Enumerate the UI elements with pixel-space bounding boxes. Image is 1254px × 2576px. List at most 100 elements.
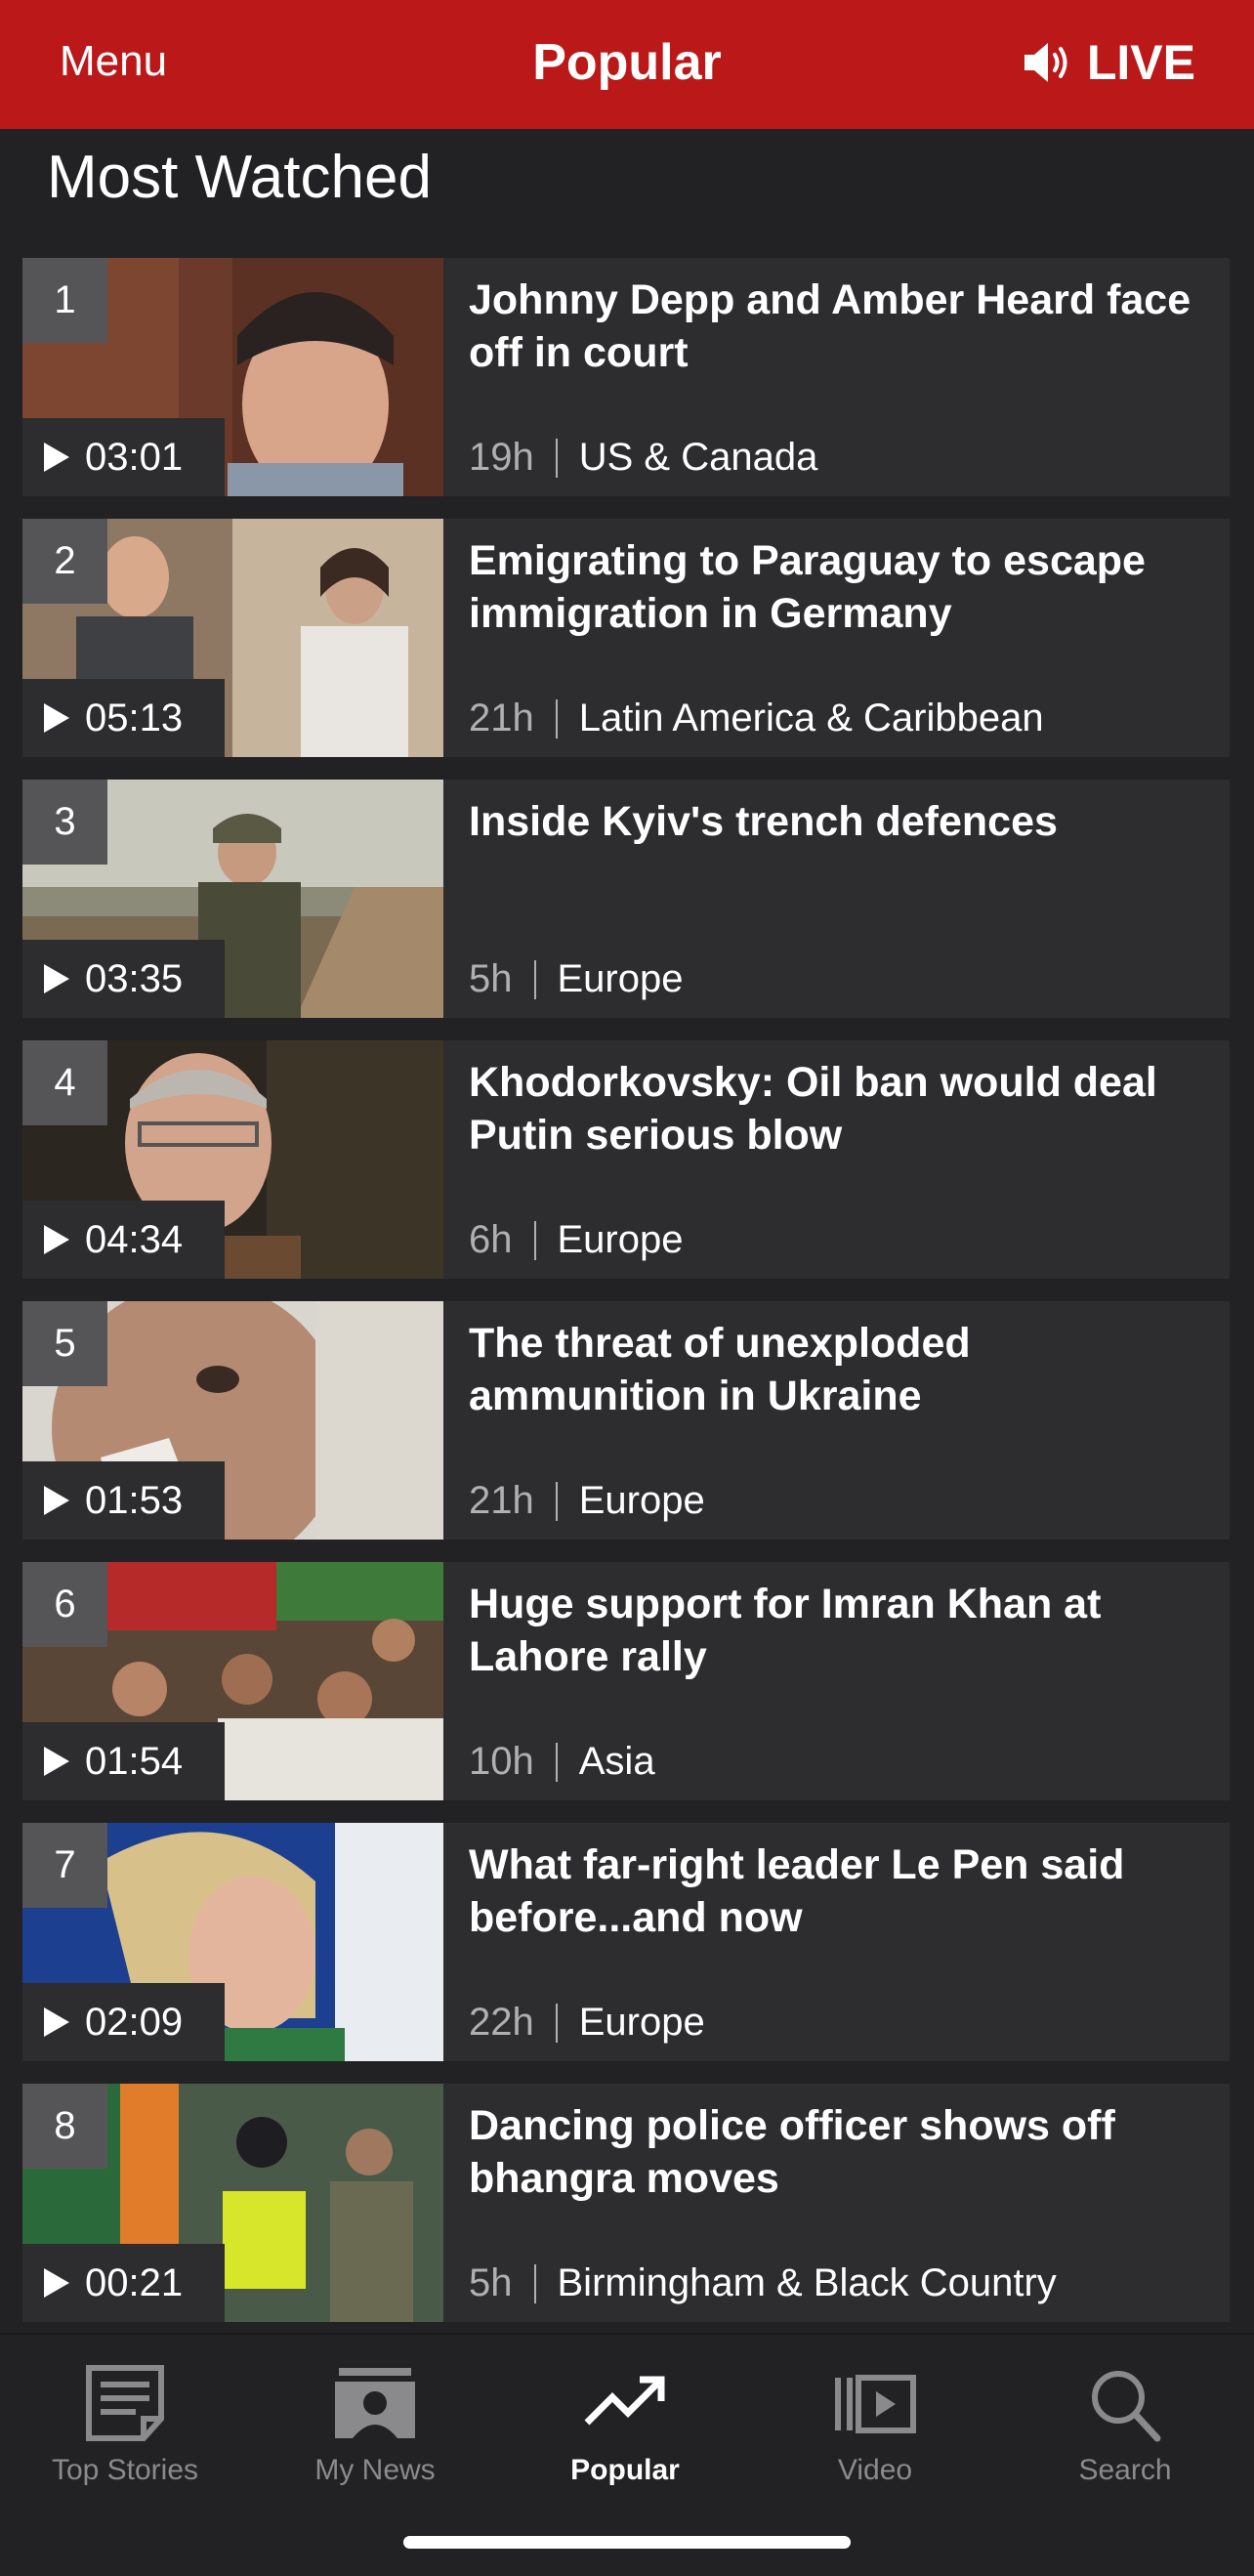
newspaper-icon — [86, 2365, 164, 2441]
top-bar: Menu Popular LIVE — [0, 0, 1254, 129]
play-icon — [44, 703, 69, 733]
list-item[interactable]: 5 01:53 The threat of unexploded ammunit… — [22, 1301, 1230, 1540]
tab-top-stories[interactable]: Top Stories — [0, 2352, 250, 2489]
duration-label: 03:35 — [85, 956, 184, 1000]
video-meta: 5h Europe — [469, 957, 683, 1001]
video-age: 21h — [469, 697, 534, 739]
duration-badge: 01:53 — [22, 1461, 225, 1540]
play-icon — [44, 1225, 69, 1254]
video-age: 10h — [469, 1740, 534, 1783]
meta-divider — [555, 438, 558, 478]
video-region[interactable]: Latin America & Caribbean — [579, 697, 1044, 740]
video-region[interactable]: Birmingham & Black Country — [558, 2261, 1057, 2305]
list-item[interactable]: 8 00:21 Dancing police officer shows off… — [22, 2084, 1230, 2322]
video-title[interactable]: Khodorkovsky: Oil ban would deal Putin s… — [469, 1056, 1211, 1161]
list-item[interactable]: 4 04:34 Khodorkovsky: Oil ban would deal… — [22, 1040, 1230, 1279]
video-meta: 10h Asia — [469, 1740, 655, 1784]
video-thumbnail[interactable]: 4 04:34 — [22, 1040, 443, 1279]
list-item[interactable]: 7 02:09 What far-right leader Le Pen sai… — [22, 1823, 1230, 2061]
meta-divider — [555, 698, 558, 739]
home-indicator[interactable] — [403, 2536, 851, 2549]
video-meta: 22h Europe — [469, 2001, 705, 2045]
video-age: 22h — [469, 2001, 534, 2044]
video-thumbnail[interactable]: 5 01:53 — [22, 1301, 443, 1540]
meta-divider — [533, 1220, 536, 1260]
person-news-icon — [335, 2368, 415, 2438]
video-title[interactable]: Johnny Depp and Amber Heard face off in … — [469, 274, 1211, 379]
list-item[interactable]: 1 03:01 Johnny Depp and Amber Heard face… — [22, 258, 1230, 496]
video-title[interactable]: Emigrating to Paraguay to escape immigra… — [469, 534, 1211, 640]
meta-divider — [533, 2263, 536, 2303]
section-title: Most Watched — [47, 144, 432, 211]
play-icon — [44, 443, 69, 472]
play-icon — [44, 1486, 69, 1515]
video-region[interactable]: Europe — [579, 2001, 705, 2045]
live-button[interactable]: LIVE — [1021, 33, 1195, 92]
video-region[interactable]: Europe — [579, 1479, 705, 1523]
duration-label: 04:34 — [85, 1217, 184, 1261]
tab-my-news[interactable]: My News — [250, 2352, 500, 2489]
video-region[interactable]: Europe — [558, 957, 684, 1001]
video-thumbnail[interactable]: 6 01:54 — [22, 1562, 443, 1800]
video-title[interactable]: Huge support for Imran Khan at Lahore ra… — [469, 1578, 1211, 1683]
rank-badge: 7 — [22, 1823, 107, 1908]
search-icon — [1092, 2371, 1161, 2442]
tab-label: My News — [314, 2454, 436, 2486]
video-meta: 19h US & Canada — [469, 436, 817, 480]
meta-divider — [555, 1481, 558, 1521]
duration-badge: 05:13 — [22, 679, 225, 757]
video-region[interactable]: Europe — [558, 1218, 684, 1262]
video-meta: 21h Latin America & Caribbean — [469, 697, 1044, 740]
rank-badge: 3 — [22, 780, 107, 865]
meta-divider — [533, 959, 536, 999]
tab-label: Search — [1078, 2454, 1172, 2486]
video-age: 19h — [469, 436, 534, 479]
video-thumbnail[interactable]: 1 03:01 — [22, 258, 443, 496]
video-thumbnail[interactable]: 7 02:09 — [22, 1823, 443, 2061]
video-title[interactable]: Dancing police officer shows off bhangra… — [469, 2099, 1211, 2205]
duration-badge: 03:35 — [22, 940, 225, 1018]
list-item[interactable]: 6 01:54 Huge support for Imran Khan at L… — [22, 1562, 1230, 1800]
duration-label: 00:21 — [85, 2260, 184, 2304]
play-icon — [44, 2268, 69, 2298]
tab-search[interactable]: Search — [1000, 2352, 1250, 2489]
video-region[interactable]: Asia — [579, 1740, 655, 1784]
video-region[interactable]: US & Canada — [579, 436, 818, 480]
meta-divider — [555, 2003, 558, 2043]
video-title[interactable]: Inside Kyiv's trench defences — [469, 795, 1211, 848]
duration-badge: 00:21 — [22, 2244, 225, 2322]
video-meta: 5h Birmingham & Black Country — [469, 2261, 1057, 2305]
tab-video[interactable]: Video — [750, 2352, 1000, 2489]
duration-badge: 01:54 — [22, 1722, 225, 1800]
rank-badge: 8 — [22, 2084, 107, 2169]
duration-label: 05:13 — [85, 696, 184, 739]
rank-badge: 5 — [22, 1301, 107, 1386]
duration-badge: 03:01 — [22, 418, 225, 496]
video-title[interactable]: The threat of unexploded ammunition in U… — [469, 1317, 1211, 1422]
tab-label: Video — [837, 2454, 913, 2486]
video-title[interactable]: What far-right leader Le Pen said before… — [469, 1838, 1211, 1944]
meta-divider — [555, 1742, 558, 1782]
video-thumbnail[interactable]: 2 05:13 — [22, 519, 443, 757]
play-icon — [44, 1747, 69, 1776]
duration-label: 01:54 — [85, 1739, 184, 1783]
tab-label: Top Stories — [51, 2454, 199, 2486]
duration-badge: 04:34 — [22, 1201, 225, 1279]
tab-popular[interactable]: Popular — [500, 2352, 750, 2489]
video-age: 5h — [469, 2261, 513, 2304]
list-item[interactable]: 3 03:35 Inside Kyiv's trench defences 5h… — [22, 780, 1230, 1018]
video-thumbnail[interactable]: 3 03:35 — [22, 780, 443, 1018]
trending-icon — [584, 2376, 665, 2426]
video-age: 21h — [469, 1479, 534, 1522]
video-age: 6h — [469, 1218, 513, 1261]
video-thumbnail[interactable]: 8 00:21 — [22, 2084, 443, 2322]
duration-badge: 02:09 — [22, 1983, 225, 2061]
rank-badge: 4 — [22, 1040, 107, 1125]
list-item[interactable]: 2 05:13 Emigrating to Paraguay to escape… — [22, 519, 1230, 757]
tab-label: Popular — [570, 2454, 680, 2486]
play-icon — [44, 2007, 69, 2037]
rank-badge: 2 — [22, 519, 107, 604]
duration-label: 02:09 — [85, 2000, 184, 2044]
live-label: LIVE — [1086, 35, 1195, 90]
video-age: 5h — [469, 957, 513, 1000]
